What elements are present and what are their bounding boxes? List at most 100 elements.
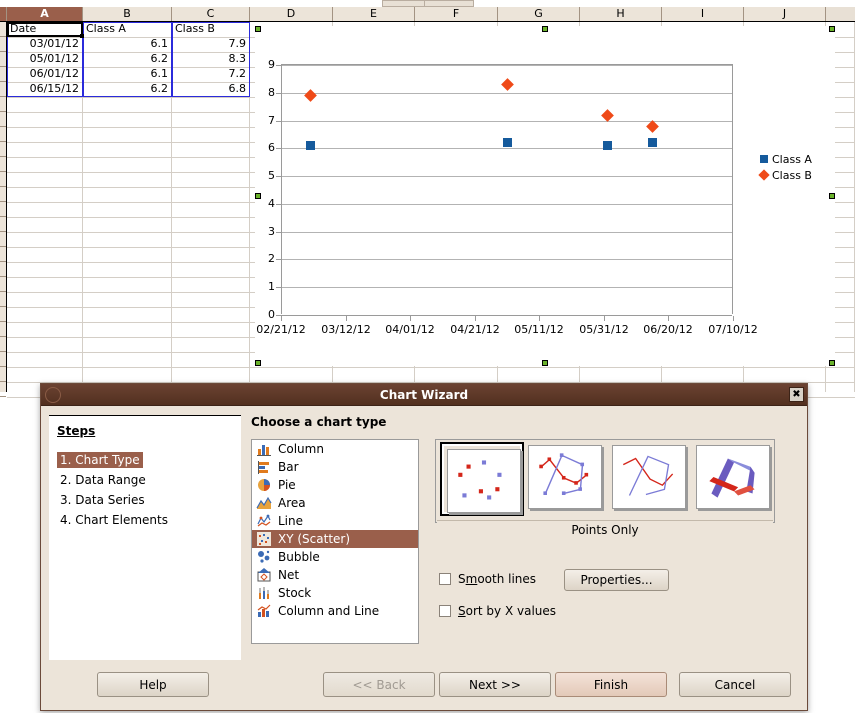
row-header[interactable] [0, 202, 6, 217]
cell-value[interactable]: 03/01/12 [8, 37, 81, 51]
column-header-b[interactable]: B [83, 7, 172, 21]
cell-value[interactable]: 6.2 [84, 82, 170, 96]
chart-type-stock[interactable]: Stock [252, 584, 418, 602]
row-header[interactable] [0, 37, 6, 52]
x-axis-tick [668, 316, 669, 321]
row-header[interactable] [0, 337, 6, 352]
cell-value[interactable]: 05/01/12 [8, 52, 81, 66]
chart-type-bubble[interactable]: Bubble [252, 548, 418, 566]
resize-handle[interactable] [255, 26, 261, 32]
cell-value[interactable]: 6.2 [84, 52, 170, 66]
row-header[interactable] [0, 97, 6, 112]
resize-handle[interactable] [542, 26, 548, 32]
column-header-c[interactable]: C [172, 7, 250, 21]
cell-header[interactable]: Class A [84, 22, 171, 36]
resize-handle[interactable] [255, 193, 261, 199]
chart-type-line[interactable]: Line [252, 512, 418, 530]
row-header[interactable] [0, 142, 6, 157]
column-header-e[interactable]: E [333, 7, 415, 21]
cancel-button[interactable]: Cancel [679, 672, 791, 697]
row-header[interactable] [0, 127, 6, 142]
row-header[interactable] [0, 22, 6, 37]
row-header[interactable] [0, 367, 6, 382]
sort-by-x-checkbox[interactable] [439, 605, 451, 617]
select-all-corner[interactable] [0, 7, 7, 21]
chart-type-pie[interactable]: Pie [252, 476, 418, 494]
cell-value[interactable]: 06/15/12 [8, 82, 81, 96]
column-header-row: ABCDEFGHIJ [0, 7, 855, 22]
smooth-lines-checkbox[interactable] [439, 573, 451, 585]
row-header[interactable] [0, 232, 6, 247]
back-button[interactable]: << Back [323, 672, 435, 697]
variant-points-only[interactable] [440, 442, 524, 516]
variant-3d-lines[interactable] [696, 445, 770, 509]
chart-type-column-and-line[interactable]: Column and Line [252, 602, 418, 620]
steps-panel: Steps 1. Chart Type 2. Data Range 3. Data … [49, 415, 241, 660]
cell-value[interactable]: 8.3 [173, 52, 248, 66]
cell-header[interactable]: Class B [173, 22, 249, 36]
row-header[interactable] [0, 277, 6, 292]
steps-list[interactable]: 1. Chart Type 2. Data Range 3. Data Series… [57, 452, 241, 532]
chart-type-xy-scatter[interactable]: XY (Scatter) [252, 530, 418, 548]
chart-object[interactable]: 0 1 2 3 4 5 6 7 8 9 02/21/12 03/12/12 04/01/12 04/21/… [255, 26, 835, 366]
row-header[interactable] [0, 67, 6, 82]
next-button[interactable]: Next >> [439, 672, 551, 697]
smooth-lines-row[interactable]: Smooth lines [439, 572, 536, 586]
resize-handle[interactable] [255, 360, 261, 366]
toolbar-stub [382, 0, 474, 7]
cell-value[interactable]: 7.2 [173, 67, 248, 81]
column-header-g[interactable]: G [498, 7, 580, 21]
column-header-d[interactable]: D [250, 7, 333, 21]
step-item-1[interactable]: 1. Chart Type [57, 452, 143, 468]
finish-button[interactable]: Finish [555, 672, 667, 697]
dialog-titlebar[interactable]: Chart Wizard ✖ [41, 384, 807, 406]
resize-handle[interactable] [829, 26, 835, 32]
chart-type-list[interactable]: Column Bar Pie Area Line XY (Scatter) Bubble Ne… [251, 439, 419, 644]
row-header[interactable] [0, 322, 6, 337]
sort-by-x-row[interactable]: Sort by X values [439, 604, 556, 618]
cell-header[interactable]: Date [8, 22, 82, 36]
chart-type-area[interactable]: Area [252, 494, 418, 512]
row-header[interactable] [0, 247, 6, 262]
chart-type-column[interactable]: Column [252, 440, 418, 458]
help-button[interactable]: Help [97, 672, 209, 697]
row-header[interactable] [0, 307, 6, 322]
step-item-4[interactable]: 4. Chart Elements [57, 512, 171, 528]
cell-value[interactable]: 7.9 [173, 37, 248, 51]
chart-type-net[interactable]: Net [252, 566, 418, 584]
resize-handle[interactable] [542, 360, 548, 366]
column-header-j[interactable]: J [744, 7, 826, 21]
y-axis-label: 0 [268, 308, 275, 321]
step-item-2[interactable]: 2. Data Range [57, 472, 149, 488]
column-header-f[interactable]: F [415, 7, 498, 21]
row-header[interactable] [0, 187, 6, 202]
row-header[interactable] [0, 262, 6, 277]
row-header[interactable] [0, 352, 6, 367]
cell-value[interactable]: 06/01/12 [8, 67, 81, 81]
row-header[interactable] [0, 217, 6, 232]
column-header-h[interactable]: H [580, 7, 662, 21]
chart-variant-group[interactable]: Points Only [435, 439, 775, 539]
row-header[interactable] [0, 157, 6, 172]
variant-lines-only[interactable] [612, 445, 686, 509]
row-header[interactable] [0, 52, 6, 67]
cell-value[interactable]: 6.8 [173, 82, 248, 96]
column-header-i[interactable]: I [662, 7, 744, 21]
data-point-class-b [500, 78, 514, 91]
cell-value[interactable]: 6.1 [84, 67, 170, 81]
cell-value[interactable]: 6.1 [84, 37, 170, 51]
chart-type-bar[interactable]: Bar [252, 458, 418, 476]
row-header[interactable] [0, 82, 6, 97]
column-header-a[interactable]: A [7, 7, 83, 21]
variant-points-and-lines[interactable] [528, 445, 602, 509]
resize-handle[interactable] [829, 193, 835, 199]
properties-button[interactable]: Properties... [564, 569, 669, 591]
row-header[interactable] [0, 382, 6, 397]
fill-handle[interactable] [80, 34, 84, 38]
row-header[interactable] [0, 112, 6, 127]
close-icon[interactable]: ✖ [789, 387, 804, 402]
resize-handle[interactable] [829, 360, 835, 366]
row-header[interactable] [0, 292, 6, 307]
row-header[interactable] [0, 172, 6, 187]
step-item-3[interactable]: 3. Data Series [57, 492, 148, 508]
